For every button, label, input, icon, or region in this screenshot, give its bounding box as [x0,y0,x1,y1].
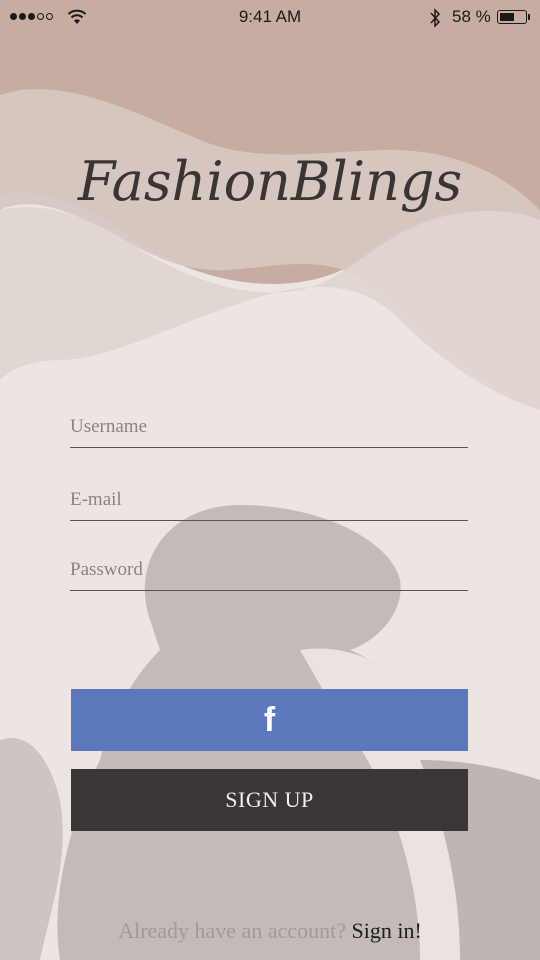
signup-screen: 9:41 AM 58 % FashionBlings f SIGN UP Alr… [0,0,540,960]
password-field[interactable] [70,550,468,591]
status-bar: 9:41 AM 58 % [0,0,540,36]
password-input[interactable] [70,550,468,590]
signin-prompt: Already have an account? Sign in! [0,918,540,944]
signin-prompt-text: Already have an account? [118,918,347,943]
bluetooth-icon [430,8,441,28]
battery-icon [497,10,527,24]
username-input[interactable] [70,407,468,447]
app-logo: FashionBlings [77,150,463,213]
signin-link[interactable]: Sign in! [352,918,422,943]
email-field[interactable] [70,480,468,521]
battery-percent: 58 % [452,7,491,26]
username-field[interactable] [70,407,468,448]
battery-tip [528,14,530,20]
facebook-login-button[interactable]: f [71,689,468,751]
email-input[interactable] [70,480,468,520]
facebook-icon: f [263,701,276,739]
signup-button[interactable]: SIGN UP [71,769,468,831]
